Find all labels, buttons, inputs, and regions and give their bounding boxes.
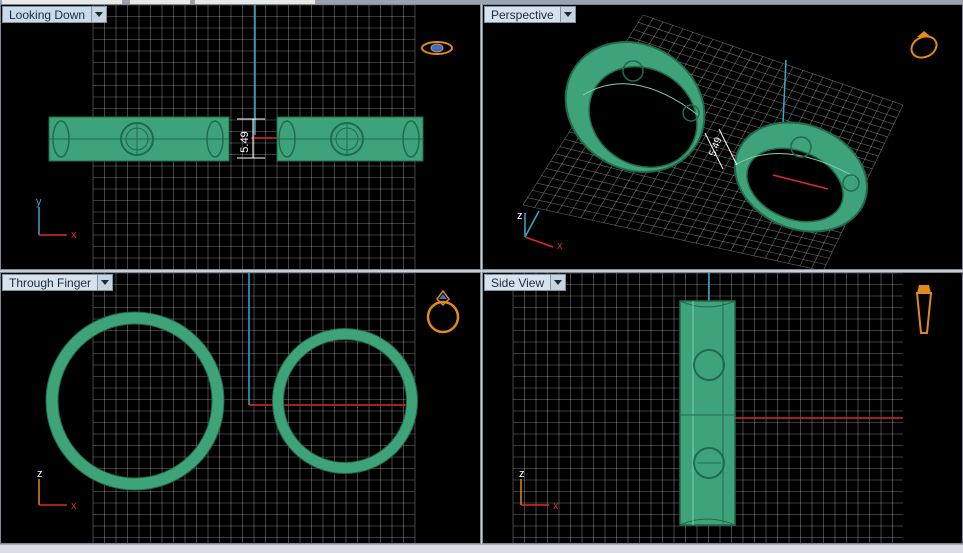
axis-label-vertical: z xyxy=(37,468,43,480)
axis-label-horizontal: x xyxy=(553,500,559,512)
ring-right-perspective[interactable] xyxy=(718,103,883,250)
axis-label-horizontal: x xyxy=(557,240,563,251)
dimension-label: 5.49 xyxy=(707,136,724,158)
dimension-marker[interactable]: 5.49 xyxy=(704,128,738,170)
ring-left-front-view[interactable] xyxy=(45,311,225,491)
ring-side-view[interactable] xyxy=(679,300,736,526)
ring-front-icon[interactable] xyxy=(423,285,463,337)
tab-looking-down[interactable]: Looking Down xyxy=(2,6,108,23)
chevron-down-icon[interactable] xyxy=(559,7,575,22)
axis-label-vertical: y xyxy=(36,196,42,208)
viewport-side-view[interactable]: Side View z x xyxy=(482,272,963,544)
axis-triad: z x xyxy=(519,468,559,512)
tab-through-finger[interactable]: Through Finger xyxy=(2,274,114,291)
ring-side-icon[interactable] xyxy=(913,283,935,339)
viewport-perspective[interactable]: 5.49 Perspective z x xyxy=(482,4,963,270)
ring-left-top-view[interactable] xyxy=(48,116,230,162)
axis-triad: y x xyxy=(36,196,77,239)
chevron-down-icon[interactable] xyxy=(97,275,113,290)
ring-right-front-view[interactable] xyxy=(272,328,418,474)
ring-perspective-icon[interactable] xyxy=(905,27,943,63)
axis-label-vertical: z xyxy=(517,210,523,222)
dimension-label: 5.49 xyxy=(239,131,251,152)
axis-label-vertical: z xyxy=(519,468,525,480)
viewport-label: Side View xyxy=(491,276,545,290)
axis-label-horizontal: x xyxy=(71,500,77,512)
viewport-label: Perspective xyxy=(491,8,554,22)
viewport-label: Looking Down xyxy=(9,8,86,22)
ring-right-top-view[interactable] xyxy=(276,116,424,162)
chevron-down-icon[interactable] xyxy=(91,7,107,22)
axis-label-horizontal: x xyxy=(71,229,77,239)
chevron-down-icon[interactable] xyxy=(550,275,566,290)
tab-perspective[interactable]: Perspective xyxy=(484,6,576,23)
viewport-through-finger[interactable]: Through Finger z x xyxy=(0,272,481,544)
viewport-looking-down[interactable]: 5.49 Looking Down y x xyxy=(0,4,481,270)
ring-top-icon[interactable] xyxy=(419,37,455,59)
viewport-label: Through Finger xyxy=(9,276,92,290)
axis-triad: z x xyxy=(37,468,77,512)
tab-side-view[interactable]: Side View xyxy=(484,274,567,291)
axis-triad: z x xyxy=(517,210,563,251)
